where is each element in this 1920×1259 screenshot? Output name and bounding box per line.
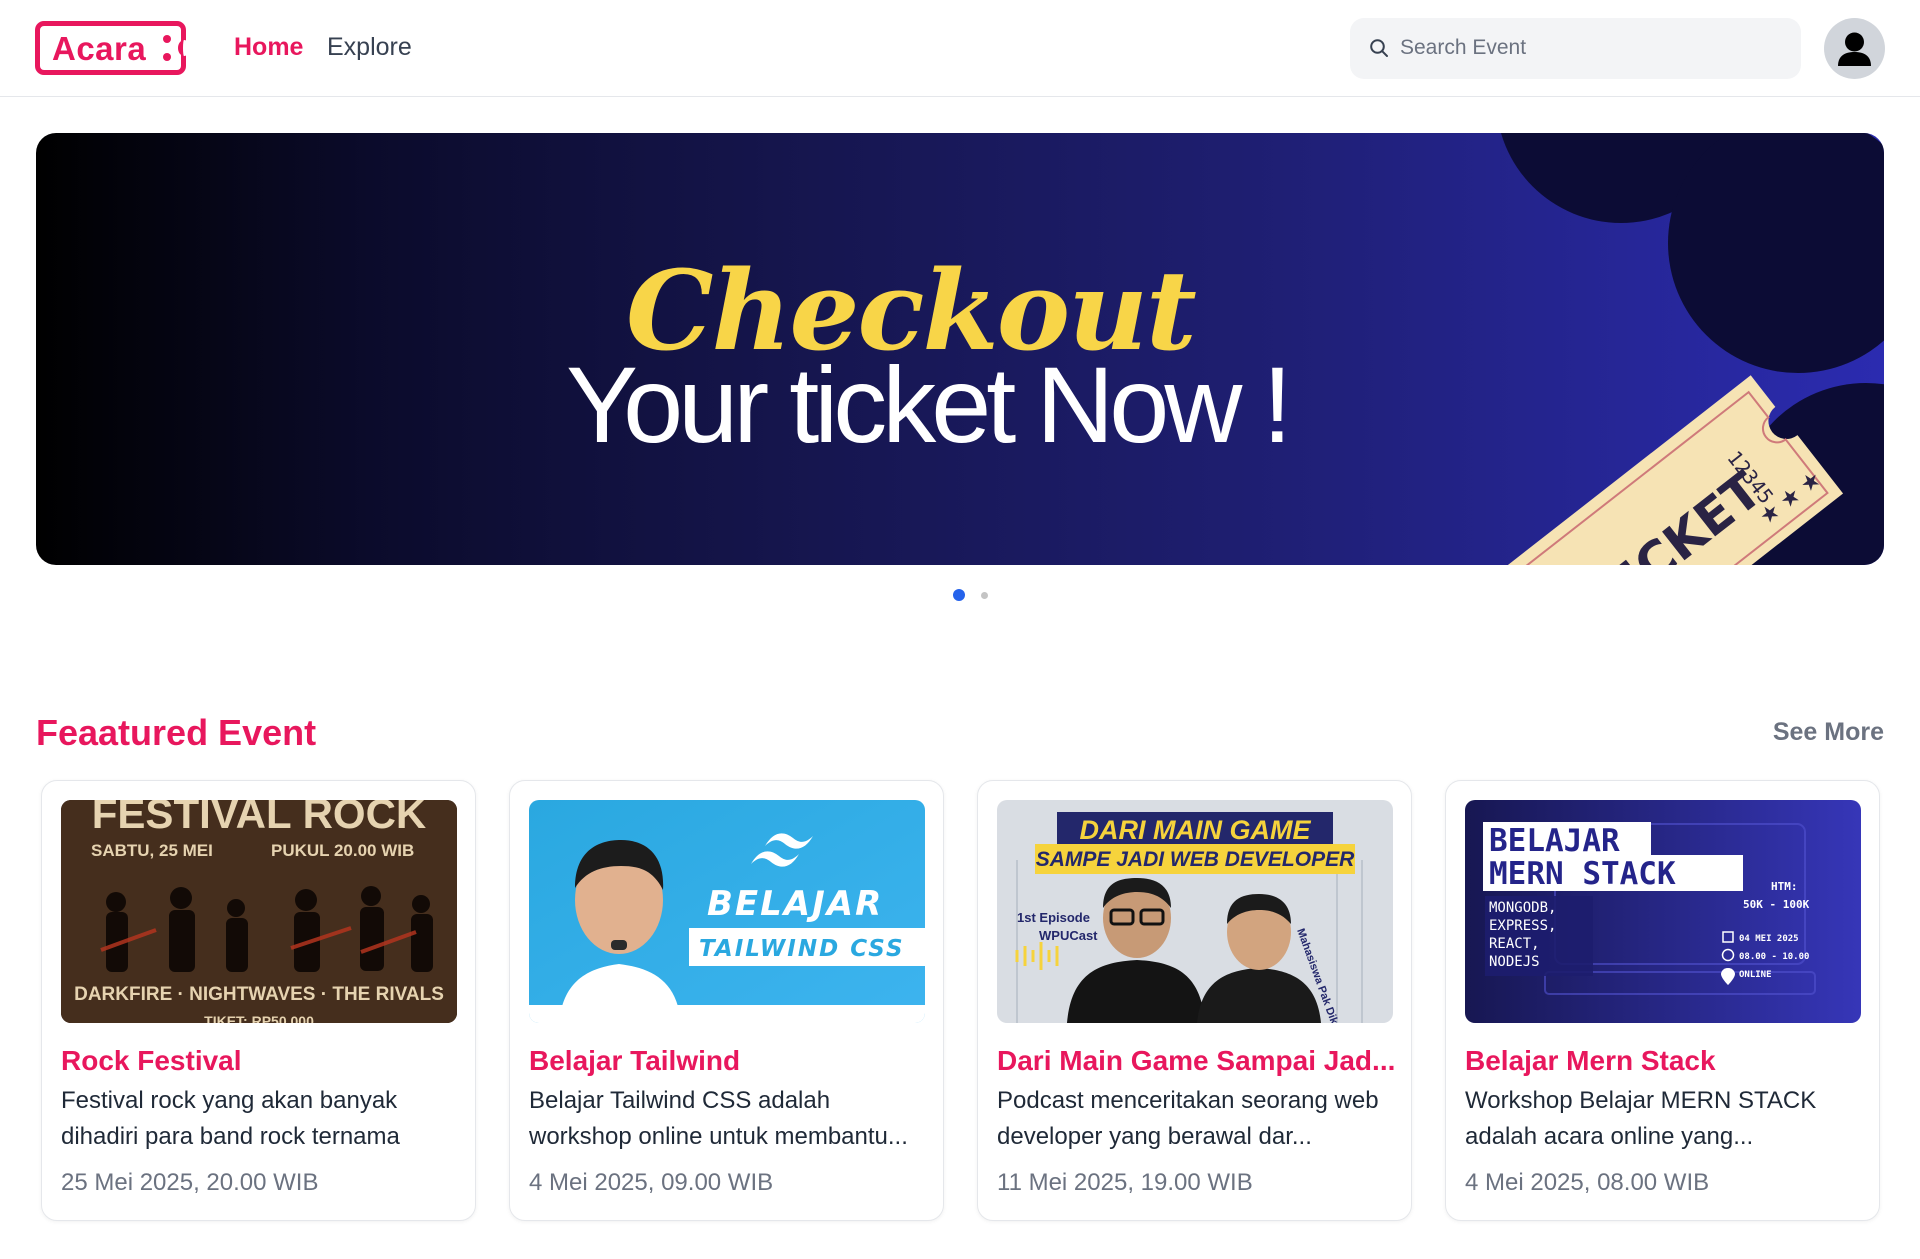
event-description: Podcast menceritakan seorang web develop… xyxy=(997,1087,1379,1150)
poster-sub: SAMPE JADI WEB DEVELOPER xyxy=(1036,848,1355,871)
poster-sub: TAILWIND CSS xyxy=(699,936,905,962)
poster-stack-1: MONGODB, xyxy=(1489,900,1556,916)
search-box[interactable] xyxy=(1350,18,1801,79)
event-date: 25 Mei 2025, 20.00 WIB xyxy=(61,1169,319,1196)
event-description: Workshop Belajar MERN STACK adalah acara… xyxy=(1465,1087,1817,1150)
logo-text: Acara xyxy=(52,30,147,67)
poster-time: 08.00 - 10.00 xyxy=(1739,952,1809,962)
event-date: 4 Mei 2025, 09.00 WIB xyxy=(529,1169,774,1196)
poster-price: TIKET: RP50.000 xyxy=(204,1013,314,1023)
see-more-link[interactable]: See More xyxy=(1773,716,1884,748)
poster-heading-2: MERN STACK xyxy=(1489,856,1676,892)
event-description: Festival rock yang akan banyak dihadiri … xyxy=(61,1087,400,1150)
event-card-dari-main-game[interactable]: DARI MAIN GAME SAMPE JADI WEB DEVELOPER … xyxy=(977,780,1412,1221)
carousel-dot-1[interactable] xyxy=(953,589,965,601)
nav-home-link[interactable]: Home xyxy=(234,32,303,62)
poster-bands: DARKFIRE · NIGHTWAVES · THE RIVALS xyxy=(74,984,444,1005)
event-poster: BELAJAR TAILWIND CSS xyxy=(529,800,925,1023)
banner-decor-circle xyxy=(1668,133,1884,373)
event-poster: FESTIVAL ROCK SABTU, 25 MEI PUKUL 20.00 … xyxy=(61,800,457,1023)
poster-day: SABTU, 25 MEI xyxy=(91,841,213,860)
poster-heading: FESTIVAL ROCK xyxy=(92,800,426,837)
poster-show: WPUCast xyxy=(1039,928,1098,943)
event-poster: DARI MAIN GAME SAMPE JADI WEB DEVELOPER … xyxy=(997,800,1393,1023)
poster-htm-value: 50K - 100K xyxy=(1743,898,1810,911)
event-title[interactable]: Rock Festival xyxy=(61,1044,461,1078)
ticket-illustration: TICKET 12345 ★ ★ ★ xyxy=(1498,375,1844,565)
poster-date: 04 MEI 2025 xyxy=(1739,934,1799,944)
poster-heading: DARI MAIN GAME xyxy=(1080,815,1312,845)
poster-episode: 1st Episode xyxy=(1017,910,1090,925)
search-input[interactable] xyxy=(1400,30,1780,66)
navbar: Acara Home Explore xyxy=(0,0,1920,97)
logo-colon-mark xyxy=(163,33,171,63)
carousel-dot-2[interactable] xyxy=(981,592,988,599)
acara-logo[interactable]: Acara xyxy=(35,21,190,75)
event-title[interactable]: Dari Main Game Sampai Jad... xyxy=(997,1044,1397,1078)
poster-stack-2: EXPRESS, xyxy=(1489,918,1556,934)
poster-htm-label: HTM: xyxy=(1771,880,1798,893)
user-avatar-button[interactable] xyxy=(1824,18,1885,79)
poster-stack-4: NODEJS xyxy=(1489,954,1540,970)
event-card-belajar-tailwind[interactable]: BELAJAR TAILWIND CSS Belajar Tailwind Be… xyxy=(509,780,944,1221)
event-title[interactable]: Belajar Tailwind xyxy=(529,1044,929,1078)
poster-heading-1: BELAJAR xyxy=(1489,823,1620,859)
featured-section-title: Feaatured Event xyxy=(36,712,317,753)
event-title[interactable]: Belajar Mern Stack xyxy=(1465,1044,1865,1078)
poster-time: PUKUL 20.00 WIB xyxy=(271,841,414,860)
user-avatar-icon xyxy=(1838,32,1871,66)
logo-ticket-notch xyxy=(178,40,190,56)
event-date: 11 Mei 2025, 19.00 WIB xyxy=(997,1169,1253,1196)
event-card-belajar-mern-stack[interactable]: BELAJAR MERN STACK MONGODB, EXPRESS, REA… xyxy=(1445,780,1880,1221)
poster-stack-3: REACT, xyxy=(1489,936,1540,952)
poster-heading: BELAJAR xyxy=(707,884,883,924)
event-card-rock-festival[interactable]: FESTIVAL ROCK SABTU, 25 MEI PUKUL 20.00 … xyxy=(41,780,476,1221)
event-poster: BELAJAR MERN STACK MONGODB, EXPRESS, REA… xyxy=(1465,800,1861,1023)
poster-mode: ONLINE xyxy=(1739,970,1772,980)
event-description: Belajar Tailwind CSS adalah workshop onl… xyxy=(529,1087,908,1150)
event-date: 4 Mei 2025, 08.00 WIB xyxy=(1465,1169,1710,1196)
hero-banner[interactable]: Checkout Your ticket Now ! TICKET 12345 … xyxy=(36,133,1884,565)
banner-headline-ticket-now: Your ticket Now ! xyxy=(566,344,1292,465)
search-icon xyxy=(1370,39,1388,57)
nav-explore-link[interactable]: Explore xyxy=(327,32,412,62)
